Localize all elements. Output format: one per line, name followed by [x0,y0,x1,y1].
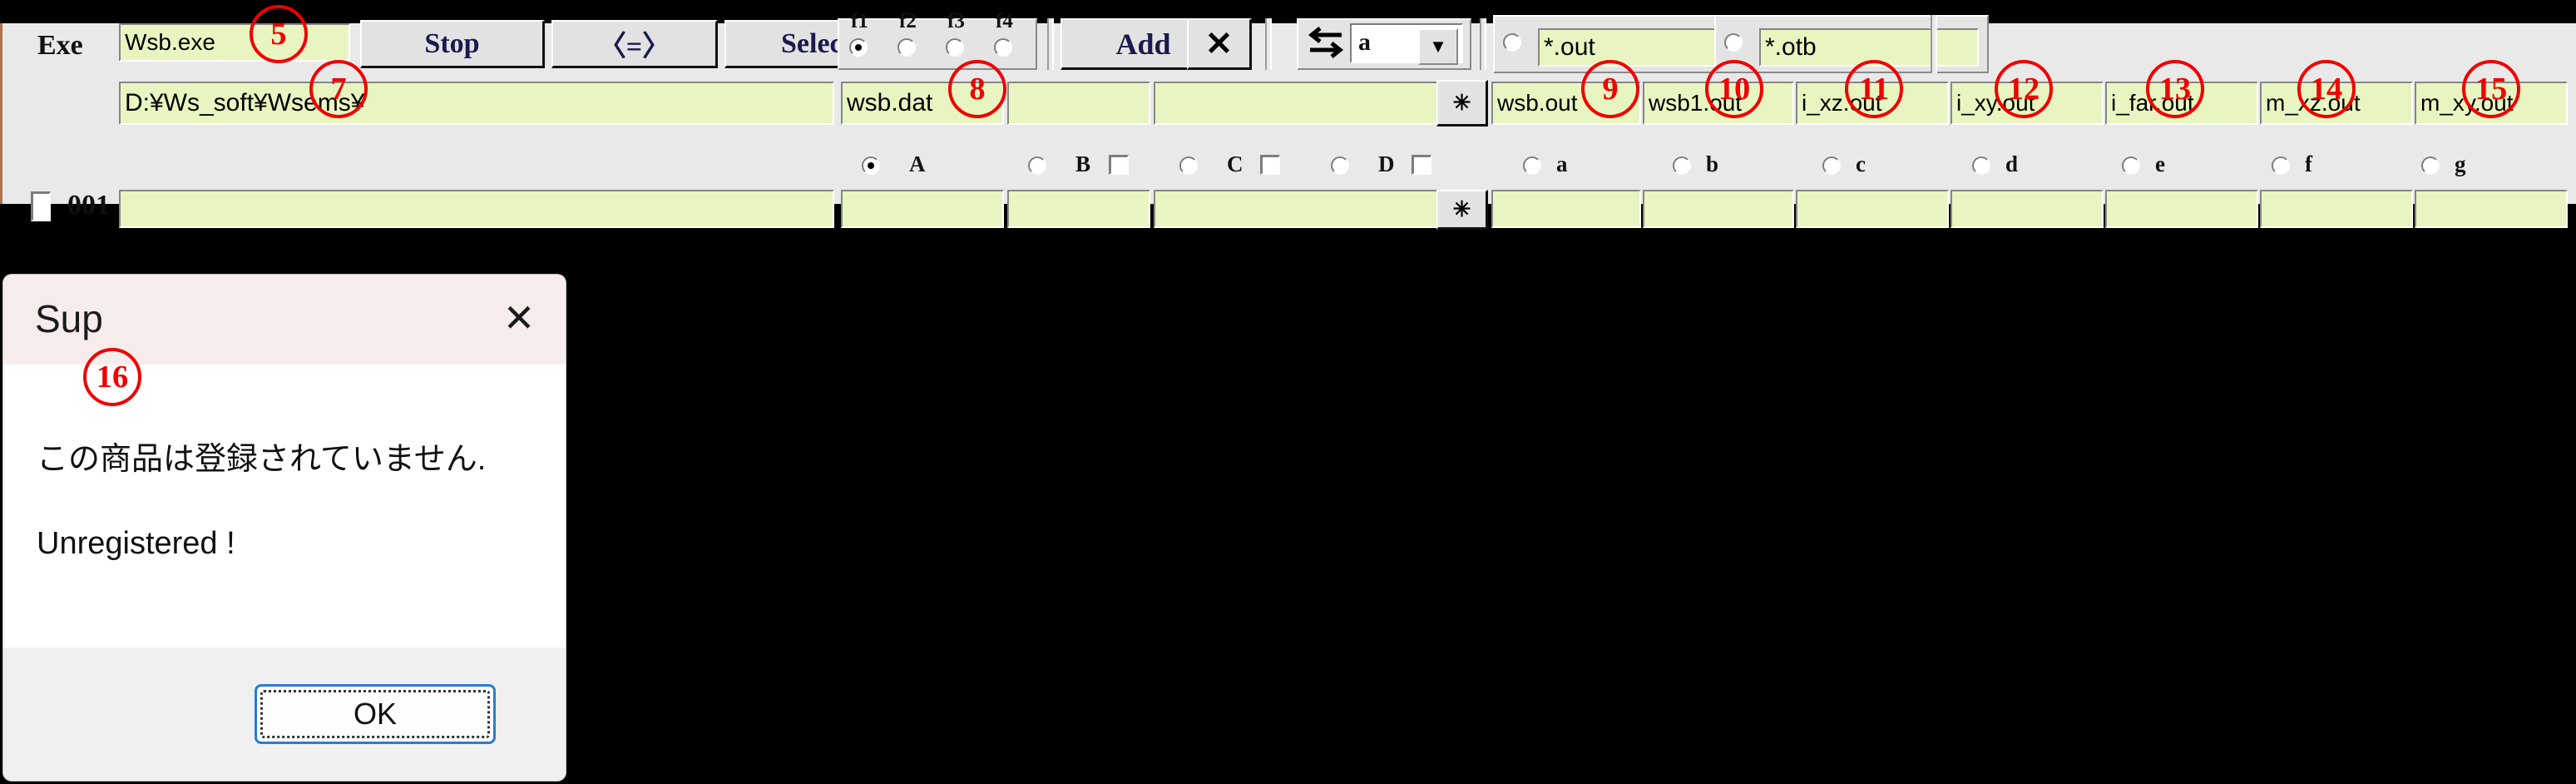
otb-pattern-group: *.otb [1714,15,1989,73]
row-out-field-3[interactable] [1951,190,2104,228]
exe-path-field[interactable]: D:¥Ws_soft¥Wsems¥ [119,82,834,125]
annotation-marker-9: 9 [1581,60,1639,118]
dialog-title-bar: Sup ✕ [3,275,566,365]
out-label-g: g [2455,151,2466,176]
toolbar-separator-1 [1047,18,1054,70]
out-label-d: d [2005,151,2019,176]
annotation-marker-10: 10 [1705,60,1763,118]
out-radio-d[interactable] [1972,156,1990,175]
out-radio-c[interactable] [1822,156,1841,175]
toolbar-separator-2 [1265,18,1272,70]
f-radio-label-3: f4 [996,10,1013,32]
ok-button[interactable]: OK [255,684,496,744]
transfer-arrows-icon[interactable] [1305,23,1345,62]
out-radio-e[interactable] [2122,156,2140,175]
delete-button[interactable]: ✕ [1187,18,1252,70]
row-field-aux2[interactable] [1154,190,1446,228]
stop-button[interactable]: Stop [360,20,545,68]
annotation-marker-11: 11 [1845,60,1903,118]
f-radio-3[interactable] [994,38,1012,57]
toolbar-separator-3 [1480,18,1486,70]
f-radio-label-0: f1 [851,10,868,32]
out-radio-b[interactable] [1673,156,1691,175]
f-radio-1[interactable] [897,38,916,57]
annotation-marker-13: 13 [2146,60,2204,118]
out-label-c: c [1856,151,1866,176]
row-out-field-6[interactable] [2415,190,2568,228]
aux-field-2[interactable] [1154,82,1446,125]
exe-name-field[interactable]: Wsb.exe [119,23,350,62]
row-out-field-1[interactable] [1643,190,1794,228]
annotation-marker-7: 7 [309,60,368,118]
annotation-marker-16: 16 [83,348,141,406]
dialog-title: Sup [35,297,103,340]
row-number-label: 001 [67,190,110,221]
chevron-down-icon[interactable]: ▼ [1418,28,1458,65]
aux-field-1[interactable] [1007,82,1150,125]
mode-radio-A[interactable] [862,156,880,175]
row-field-aux1[interactable] [1007,190,1150,228]
row-out-field-0[interactable] [1491,190,1641,228]
exe-label: Exe [37,30,83,61]
otb-pattern-radio[interactable] [1724,33,1743,52]
close-icon[interactable]: ✕ [496,295,542,341]
swap-button[interactable]: 〈=〉 [551,20,718,68]
f-radio-label-1: f2 [899,10,917,32]
f-radio-0[interactable] [849,38,868,57]
f-radio-2[interactable] [946,38,964,57]
transfer-combo-panel: a ▼ [1297,18,1471,70]
mode-label-D: D [1378,151,1395,176]
out-label-e: e [2155,151,2165,176]
f-radio-group: f1 f2 f3 f4 [838,10,1037,70]
mode-label-B: B [1075,151,1091,176]
mode-checkbox-C[interactable] [1260,155,1280,175]
out-label-f: f [2305,151,2312,176]
asterisk-button-row2[interactable]: ✳ [1436,80,1488,127]
row-out-field-2[interactable] [1796,190,1949,228]
mode-checkbox-D[interactable] [1412,155,1431,175]
dialog-message-english: Unregistered ! [37,526,235,561]
mode-checkbox-B[interactable] [1109,155,1129,175]
mode-label-C: C [1227,151,1244,176]
out-pattern-radio[interactable] [1503,33,1521,52]
ok-button-label: OK [353,697,397,731]
row-out-field-4[interactable] [2105,190,2258,228]
scale-combo[interactable]: a ▼ [1350,23,1463,65]
f-radio-label-2: f3 [947,10,965,32]
annotation-marker-5: 5 [250,5,308,63]
out-radio-a[interactable] [1523,156,1541,175]
out-radio-f[interactable] [2272,156,2290,175]
dialog-message-japanese: この商品は登録されていません. [37,442,487,477]
mode-label-A: A [909,151,926,176]
row-field-dat[interactable] [841,190,1004,228]
scale-combo-value: a [1358,28,1371,56]
toolbar-separator-4 [1931,15,1937,73]
annotation-marker-8: 8 [948,60,1006,118]
annotation-marker-14: 14 [2297,60,2356,118]
mode-radio-B[interactable] [1028,156,1046,175]
out-radio-g[interactable] [2421,156,2440,175]
asterisk-button-row3[interactable]: ✳ [1436,190,1488,230]
row-field-path[interactable] [119,190,834,228]
annotation-marker-12: 12 [1995,60,2053,118]
out-label-a: a [1556,151,1568,176]
out-label-b: b [1706,151,1719,176]
row-out-field-5[interactable] [2260,190,2413,228]
row-select-checkbox[interactable] [31,191,51,221]
mode-radio-C[interactable] [1179,156,1198,175]
mode-radio-D[interactable] [1331,156,1349,175]
annotation-marker-15: 15 [2462,60,2520,118]
